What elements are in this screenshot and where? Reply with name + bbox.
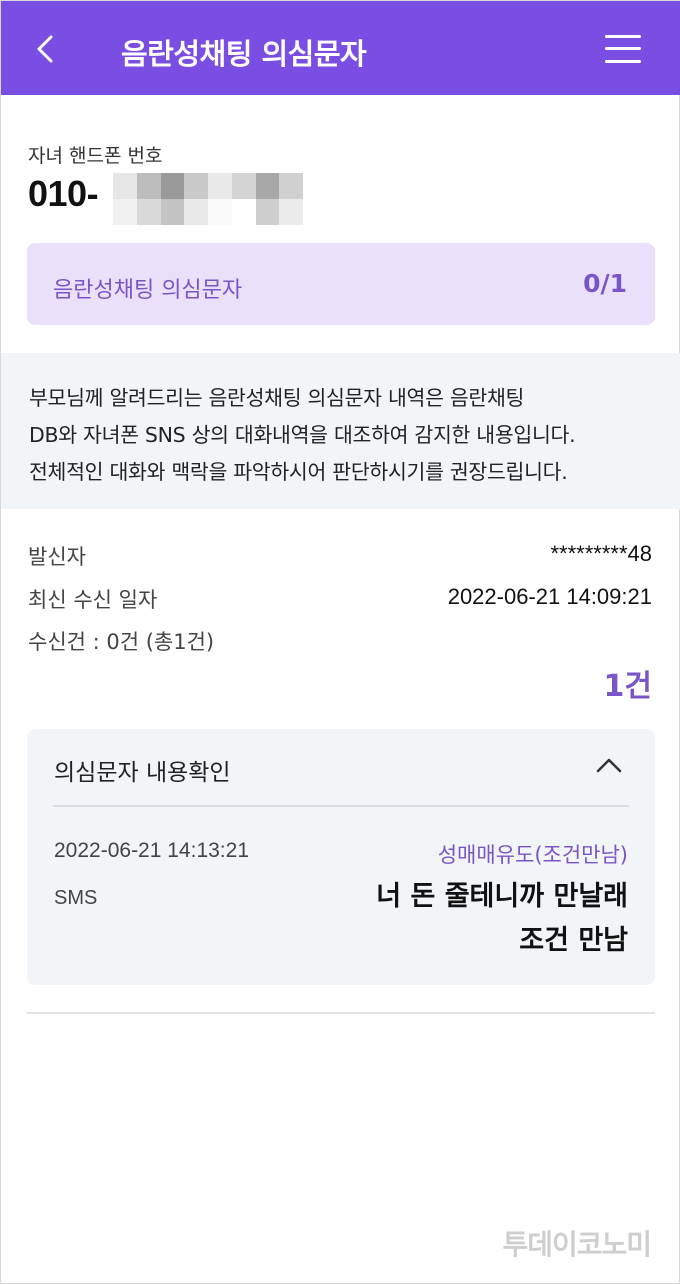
- message-detail-card: 의심문자 내용확인 2022-06-21 14:13:21 성매매유도(조건만남…: [27, 729, 655, 985]
- summary-label: 음란성채팅 의심문자: [53, 278, 243, 303]
- message-body-line: 조건 만남: [519, 925, 628, 956]
- notice-line: 부모님께 알려드리는 음란성채팅 의심문자 내역은 음란채팅: [29, 386, 525, 410]
- message-category: 성매매유도(조건만남): [437, 843, 628, 867]
- app-bar: 음란성채팅 의심문자: [1, 1, 680, 95]
- watermark: 투데이코노미: [502, 1228, 652, 1261]
- notice-panel: 부모님께 알려드리는 음란성채팅 의심문자 내역은 음란채팅 DB와 자녀폰 S…: [1, 353, 680, 509]
- message-body-line: 너 돈 줄테니까 만날래: [376, 881, 628, 912]
- divider: [27, 1012, 655, 1014]
- hamburger-menu-icon[interactable]: [601, 29, 645, 69]
- notice-line: DB와 자녀폰 SNS 상의 대화내역을 대조하여 감지한 내용입니다.: [29, 423, 576, 447]
- child-phone-label: 자녀 핸드폰 번호: [28, 145, 163, 167]
- received-count-label: 수신건 : 0건 (총1건): [28, 630, 215, 654]
- phone-screen: 음란성채팅 의심문자 자녀 핸드폰 번호 010- 음란성채팅 의심문자 0/1…: [0, 0, 680, 1284]
- message-type: SMS: [54, 887, 98, 909]
- redacted-number-mosaic: [113, 173, 303, 225]
- total-count: 1건: [603, 669, 652, 704]
- notice-line: 전체적인 대화와 맥락을 파악하시어 판단하시기를 권장드립니다.: [29, 460, 568, 484]
- latest-received-value: 2022-06-21 14:09:21: [447, 584, 652, 609]
- divider: [53, 805, 629, 807]
- child-phone-number: 010-: [28, 173, 99, 214]
- message-date: 2022-06-21 14:13:21: [54, 839, 249, 862]
- sender-label: 발신자: [28, 545, 86, 569]
- detail-title[interactable]: 의심문자 내용확인: [54, 753, 231, 787]
- message-body: 너 돈 줄테니까 만날래 조건 만남: [268, 875, 628, 963]
- page-title: 음란성채팅 의심문자: [121, 37, 367, 71]
- latest-received-label: 최신 수신 일자: [28, 588, 158, 612]
- sender-value: *********48: [550, 541, 652, 566]
- suspicious-message-summary[interactable]: 음란성채팅 의심문자 0/1: [27, 243, 655, 325]
- chevron-left-icon[interactable]: [29, 29, 65, 69]
- chevron-up-icon[interactable]: [593, 753, 625, 777]
- summary-count: 0/1: [583, 269, 627, 298]
